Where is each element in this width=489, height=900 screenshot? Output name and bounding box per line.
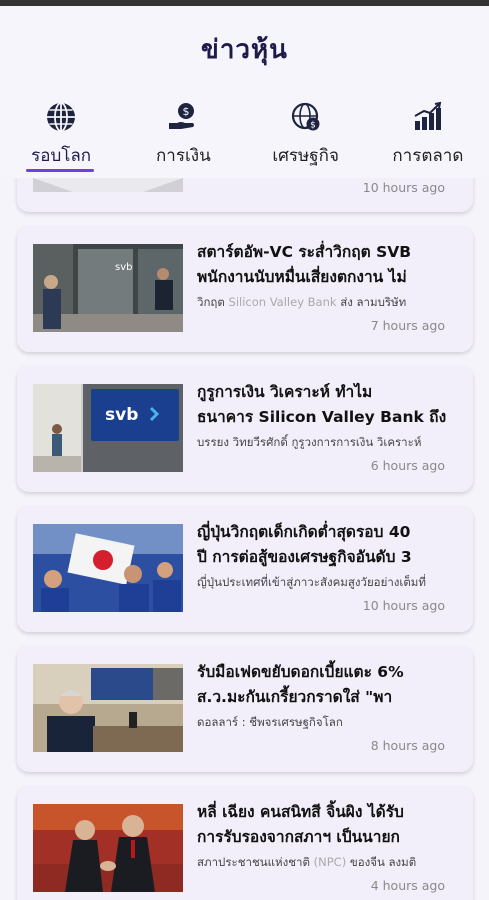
news-summary: วิกฤต Silicon Valley Bank ส่ง ลามบริษัท (197, 295, 407, 309)
news-summary: ญี่ปุ่นประเทศที่เข้าสู่ภาวะสังคมสูงวัยอย… (197, 575, 426, 589)
tab-label: การเงิน (156, 146, 211, 166)
news-time: 8 hours ago (370, 738, 445, 753)
news-card[interactable]: ญี่ปุ่นวิกฤตเด็กเกิดต่ำสุดรอบ 40 ปี การต… (17, 506, 473, 632)
tab-economy[interactable]: $ เศรษฐกิจ (245, 92, 367, 178)
svg-text:$: $ (310, 121, 316, 131)
money-hand-icon: $ (166, 100, 200, 134)
news-thumbnail (33, 178, 183, 192)
news-thumbnail (33, 804, 183, 892)
news-time: 10 hours ago (362, 180, 445, 195)
svg-text:$: $ (183, 105, 190, 118)
bar-chart-icon (411, 100, 445, 134)
news-time: 7 hours ago (370, 318, 445, 333)
news-thumbnail (33, 524, 183, 612)
news-summary: ดอลลาร์ : ชีพจรเศรษฐกิจโลก (197, 715, 343, 729)
news-title: กูรูการเงิน วิเคราะห์ ทำไม ธนาคาร Silico… (197, 383, 447, 426)
news-feed[interactable]: 10 hours ago svb สตาร์ตอัพ-VC ระส่ำวิกฤต… (0, 178, 489, 900)
news-time: 4 hours ago (370, 878, 445, 893)
svg-text:svb: svb (105, 405, 138, 425)
global-economy-icon: $ (289, 100, 323, 134)
tab-marketing[interactable]: การตลาด (367, 92, 489, 178)
news-time: 6 hours ago (370, 458, 445, 473)
app-header: ข่าวหุ้น (0, 6, 489, 92)
news-summary: บรรยง วิทยวีรศักดิ์ กูรูวงการการเงิน วิเ… (197, 435, 422, 449)
tab-finance[interactable]: $ การเงิน (122, 92, 244, 178)
news-title: สตาร์ตอัพ-VC ระส่ำวิกฤต SVB พนักงานนับหม… (197, 243, 412, 286)
news-thumbnail (33, 664, 183, 752)
news-thumbnail: svb (33, 244, 183, 332)
news-title: ญี่ปุ่นวิกฤตเด็กเกิดต่ำสุดรอบ 40 ปี การต… (197, 523, 412, 566)
news-title: หลี่ เฉียง คนสนิทสี จิ้นผิง ได้รับ การรั… (197, 803, 404, 846)
tab-label: รอบโลก (31, 146, 92, 166)
tab-label: เศรษฐกิจ (272, 146, 339, 166)
svg-text:svb: svb (115, 262, 132, 273)
news-title: รับมือเฟดขยับดอกเบี้ยแตะ 6% ส.ว.มะกันเกร… (197, 663, 404, 706)
tab-label: การตลาด (392, 146, 464, 166)
page-title: ข่าวหุ้น (201, 34, 288, 65)
tab-world[interactable]: รอบโลก (0, 92, 122, 178)
globe-icon (44, 100, 78, 134)
news-summary: สภาประชาชนแห่งชาติ (NPC) ของจีน ลงมติ (197, 855, 417, 869)
news-card[interactable]: หลี่ เฉียง คนสนิทสี จิ้นผิง ได้รับ การรั… (17, 786, 473, 900)
news-card[interactable]: รับมือเฟดขยับดอกเบี้ยแตะ 6% ส.ว.มะกันเกร… (17, 646, 473, 772)
category-tabs: รอบโลก $ การเงิน $ เศรษฐกิจ การตลาด (0, 92, 489, 178)
news-thumbnail: svb (33, 384, 183, 472)
news-card[interactable]: 10 hours ago (17, 178, 473, 212)
news-card[interactable]: svb สตาร์ตอัพ-VC ระส่ำวิกฤต SVB พนักงานน… (17, 226, 473, 352)
news-time: 10 hours ago (362, 598, 445, 613)
news-card[interactable]: svb กูรูการเงิน วิเคราะห์ ทำไม ธนาคาร Si… (17, 366, 473, 492)
